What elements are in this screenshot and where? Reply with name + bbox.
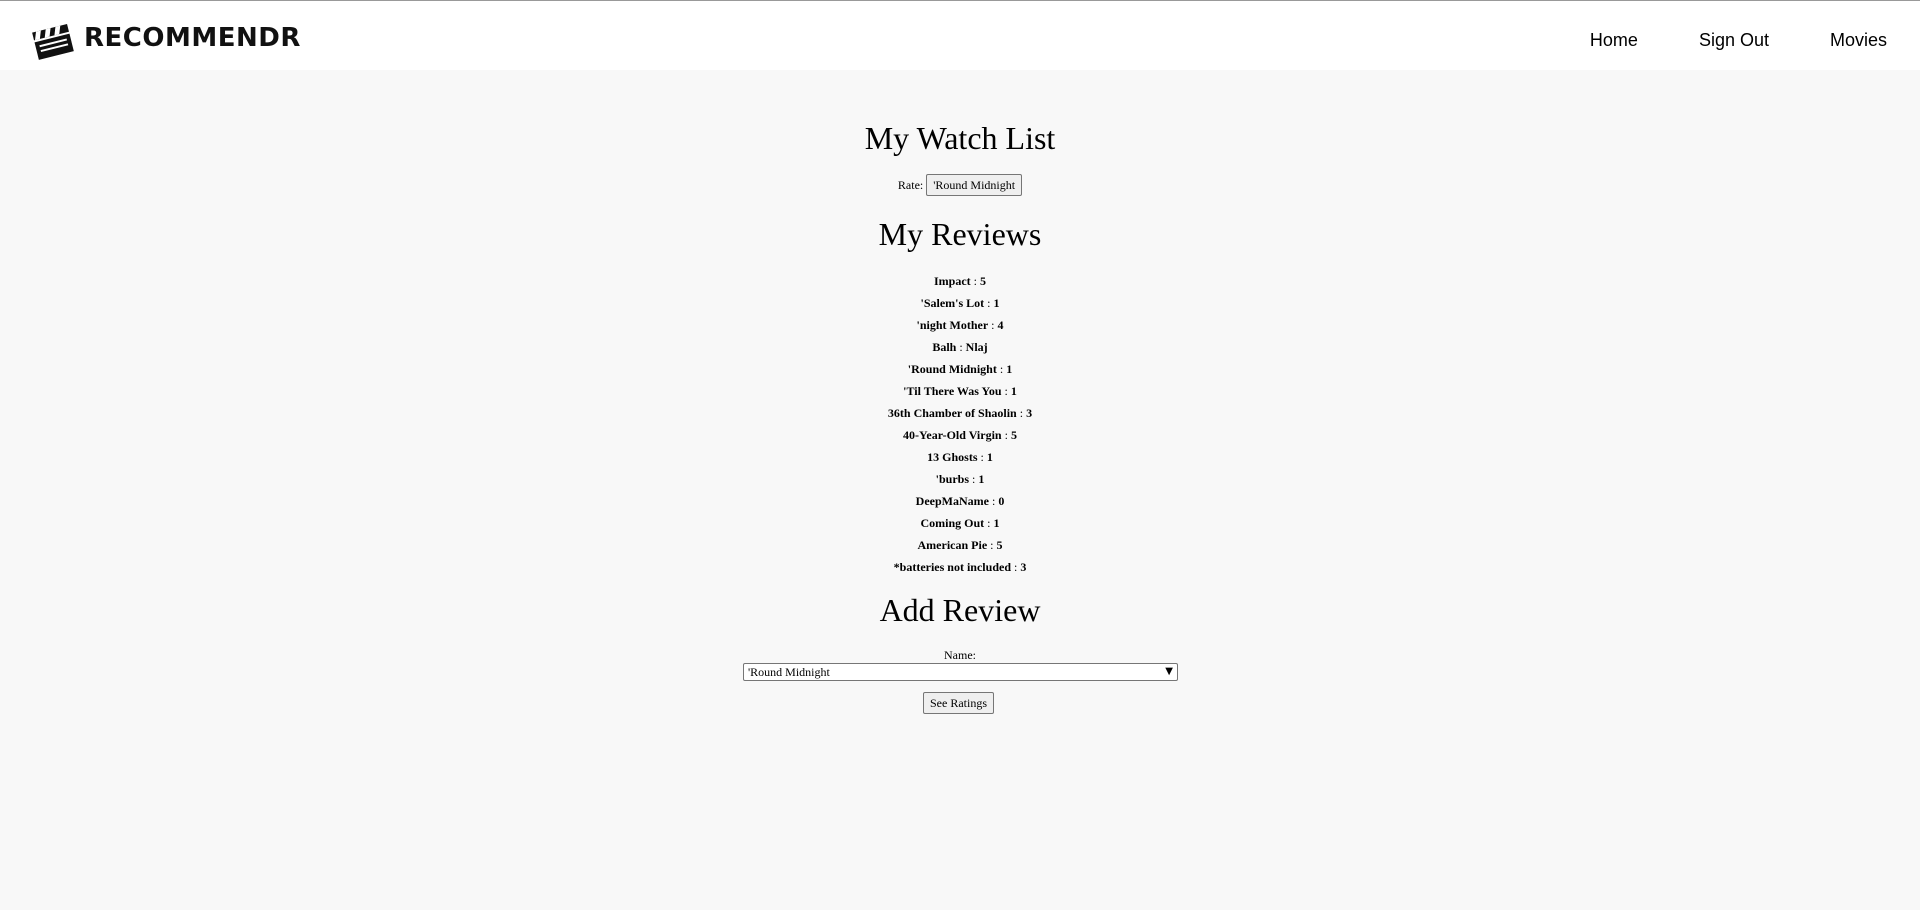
review-movie-name: 36th Chamber of Shaolin: [887, 406, 1017, 420]
review-rating: 5: [980, 274, 986, 288]
rate-row: Rate: 'Round Midnight: [0, 174, 1920, 197]
review-item: Balh : Nlaj: [932, 340, 988, 354]
review-item: American Pie : 5: [917, 538, 1003, 552]
review-rating: 1: [993, 296, 1000, 310]
movie-select-value: 'Round Midnight: [748, 665, 830, 679]
review-rating: 5: [996, 538, 1003, 552]
review-movie-name: 13 Ghosts: [927, 450, 978, 464]
review-movie-name: 'Salem's Lot: [920, 296, 985, 310]
review-movie-name: 'Til There Was You: [903, 384, 1002, 398]
review-movie-name: 40-Year-Old Virgin: [903, 428, 1002, 442]
review-movie-name: Impact: [933, 274, 971, 288]
review-item: 'Salem's Lot : 1: [920, 296, 1000, 310]
review-movie-name: DeepMaName: [915, 494, 989, 508]
review-item: 40-Year-Old Virgin : 5: [903, 428, 1017, 442]
see-ratings-button[interactable]: See Ratings: [923, 692, 994, 715]
review-rating: 1: [993, 516, 1000, 530]
review-movie-name: *batteries not included: [893, 560, 1011, 574]
my-reviews-heading: My Reviews: [878, 216, 1042, 252]
review-item: DeepMaName : 0: [915, 494, 1005, 508]
review-rating: 1: [1006, 362, 1013, 376]
review-item: *batteries not included : 3: [893, 560, 1027, 574]
nav-sign-out-link[interactable]: Sign Out: [1699, 31, 1769, 49]
review-rating: 1: [986, 450, 993, 464]
review-movie-name: 'night Mother: [916, 318, 989, 332]
top-navbar: RECOMMENDR Home Sign Out Movies: [0, 0, 1920, 70]
nav-home-link[interactable]: Home: [1590, 31, 1638, 49]
watch-list-heading: My Watch List: [864, 120, 1056, 156]
review-rating: 5: [1010, 428, 1017, 442]
review-movie-name: Coming Out: [920, 516, 985, 530]
review-rating: 3: [1020, 560, 1027, 574]
review-rating: 0: [998, 494, 1005, 508]
review-item: 'burbs : 1: [935, 472, 985, 486]
review-movie-name: American Pie: [917, 538, 988, 552]
main-nav: Home Sign Out Movies: [1529, 31, 1887, 49]
brand-name: RECOMMENDR: [84, 23, 301, 53]
review-rating: 4: [997, 318, 1004, 332]
review-item: 36th Chamber of Shaolin : 3: [887, 406, 1033, 420]
review-item: 'night Mother : 4: [916, 318, 1004, 332]
review-movie-name: 'burbs: [935, 472, 969, 486]
review-item: 13 Ghosts : 1: [927, 450, 993, 464]
rate-movie-button[interactable]: 'Round Midnight: [926, 174, 1023, 197]
brand-logo[interactable]: RECOMMENDR: [30, 16, 301, 60]
review-rating: 1: [1010, 384, 1017, 398]
review-rating: Nlaj: [965, 340, 988, 354]
review-rating: 1: [978, 472, 985, 486]
name-label: Name:: [944, 648, 976, 662]
review-item: 'Round Midnight : 1: [907, 362, 1013, 376]
review-list: Impact : 5 'Salem's Lot : 1 'night Mother …: [0, 270, 1920, 578]
review-item: 'Til There Was You : 1: [903, 384, 1017, 398]
add-review-heading: Add Review: [879, 592, 1041, 628]
review-item: Coming Out : 1: [920, 516, 1000, 530]
nav-movies-link[interactable]: Movies: [1830, 31, 1887, 49]
movie-select[interactable]: 'Round Midnight ▼: [743, 663, 1178, 681]
review-movie-name: 'Round Midnight: [907, 362, 997, 376]
review-rating: 3: [1026, 406, 1033, 420]
review-item: Impact : 5: [933, 274, 986, 288]
review-movie-name: Balh: [932, 340, 957, 354]
clapperboard-icon: [30, 16, 74, 60]
rate-label: Rate:: [897, 177, 924, 192]
dropdown-arrow-icon: ▼: [1165, 666, 1173, 677]
